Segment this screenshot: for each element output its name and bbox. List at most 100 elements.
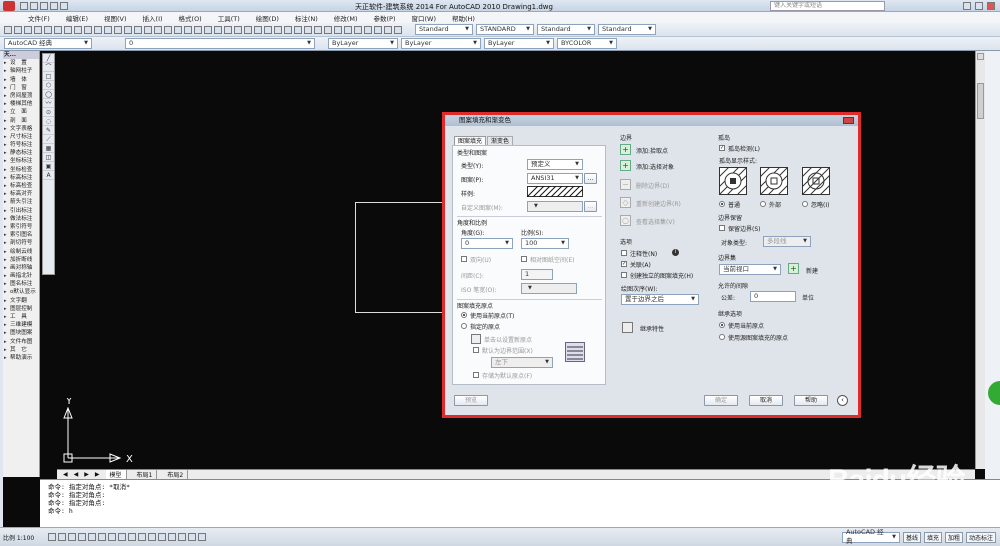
close-icon[interactable]	[987, 2, 995, 10]
draw-tool-icon[interactable]: ◯	[43, 90, 54, 99]
set-origin-icon[interactable]	[471, 334, 481, 344]
spacing-input[interactable]: 1	[521, 269, 553, 280]
tianzheng-item[interactable]: ▸ 立 面	[3, 108, 39, 116]
layer-select[interactable]: 0 ▼	[125, 38, 315, 49]
tool-icon[interactable]	[174, 25, 182, 34]
tool-icon[interactable]	[164, 25, 172, 34]
remove-boundary-icon[interactable]: −	[620, 179, 631, 190]
tab-nav-icon[interactable]: ▶	[95, 471, 100, 478]
scale-select[interactable]: 100 ▼	[521, 238, 569, 249]
draw-tool-icon[interactable]: ╱	[43, 54, 54, 63]
tool-icon[interactable]	[114, 25, 122, 34]
status-toggle-icon[interactable]	[168, 533, 177, 541]
tianzheng-item[interactable]: ▸ 符号标注	[3, 141, 39, 149]
save-icon[interactable]	[40, 2, 48, 10]
menu-item-11[interactable]: 帮助(H)	[452, 13, 475, 23]
scroll-thumb[interactable]	[977, 83, 984, 119]
tool-icon[interactable]	[194, 25, 202, 34]
draw-tool-icon[interactable]: ⌒	[43, 63, 54, 72]
tool-icon[interactable]	[324, 25, 332, 34]
tool-icon[interactable]	[54, 25, 62, 34]
tool-icon[interactable]	[364, 25, 372, 34]
tianzheng-item[interactable]: ▸ 标高对齐	[3, 190, 39, 198]
pattern-select[interactable]: ANSI31 ▼	[527, 173, 583, 184]
use-current-origin-radio[interactable]	[461, 312, 467, 318]
object-type-select[interactable]: 多段线 ▼	[763, 236, 811, 247]
origin-position-select[interactable]: 左下 ▼	[491, 357, 553, 368]
ok-button[interactable]: 确定	[704, 395, 738, 406]
tianzheng-item[interactable]: ▸ 图名标注	[3, 280, 39, 288]
custom-browse-button[interactable]: …	[584, 201, 597, 212]
menu-item-2[interactable]: 视图(V)	[104, 13, 127, 23]
tianzheng-item[interactable]: ▸ 图块图案	[3, 329, 39, 337]
tianzheng-item[interactable]: ▸ 绘制云线	[3, 248, 39, 256]
tool-icon[interactable]	[294, 25, 302, 34]
new-icon[interactable]	[20, 2, 28, 10]
type-select[interactable]: 预定义 ▼	[527, 159, 583, 170]
double-checkbox[interactable]	[461, 256, 467, 262]
draw-order-select[interactable]: 置于边界之后 ▼	[621, 294, 699, 305]
status-toggle-icon[interactable]	[108, 533, 117, 541]
tool-icon[interactable]	[154, 25, 162, 34]
tool-icon[interactable]	[374, 25, 382, 34]
tool-icon[interactable]	[314, 25, 322, 34]
menu-item-0[interactable]: 文件(F)	[28, 13, 50, 23]
view-selection-label[interactable]: 查看选择集(V)	[636, 217, 675, 226]
menu-item-8[interactable]: 修改(M)	[334, 13, 358, 23]
tool-icon[interactable]	[254, 25, 262, 34]
separate-hatch-checkbox[interactable]	[621, 272, 627, 278]
tianzheng-item[interactable]: ▸ 坐标标注	[3, 157, 39, 165]
tool-icon[interactable]	[284, 25, 292, 34]
retain-boundary-checkbox[interactable]	[719, 225, 725, 231]
tool-icon[interactable]	[394, 25, 402, 34]
help-button[interactable]: 帮助	[794, 395, 828, 406]
add-pick-label[interactable]: 添加:拾取点	[636, 146, 668, 155]
tool-icon[interactable]	[244, 25, 252, 34]
tab-nav-icon[interactable]: ◀	[63, 471, 68, 478]
tool-icon[interactable]	[384, 25, 392, 34]
app-logo-icon[interactable]	[3, 1, 15, 11]
floating-widget-icon[interactable]	[988, 381, 1000, 405]
status-toggle-icon[interactable]	[68, 533, 77, 541]
draw-tool-icon[interactable]: A	[43, 171, 54, 180]
island-detect-checkbox[interactable]: ✓	[719, 145, 725, 151]
tianzheng-item[interactable]: ▸ 轴网柱子	[3, 67, 39, 75]
tool-icon[interactable]	[104, 25, 112, 34]
status-toggle-icon[interactable]	[98, 533, 107, 541]
default-boundary-checkbox[interactable]	[473, 347, 479, 353]
inherit-source-origin-radio[interactable]	[719, 334, 725, 340]
status-toggle-icon[interactable]	[88, 533, 97, 541]
layout-tab[interactable]: 模型	[105, 470, 127, 479]
tab-nav-icon[interactable]: ◀	[74, 471, 79, 478]
status-toggle-icon[interactable]	[178, 533, 187, 541]
text-style-select[interactable]: Standard ▼	[415, 24, 473, 35]
angle-select[interactable]: 0 ▼	[461, 238, 513, 249]
inherit-current-origin-radio[interactable]	[719, 322, 725, 328]
mleader-style-select[interactable]: Standard ▼	[598, 24, 656, 35]
tianzheng-item[interactable]: ▸ 画指北针	[3, 272, 39, 280]
status-toggle-icon[interactable]	[58, 533, 67, 541]
tianzheng-item[interactable]: ▸ 工 具	[3, 313, 39, 321]
specified-origin-radio[interactable]	[461, 323, 467, 329]
tool-icon[interactable]	[344, 25, 352, 34]
tianzheng-item[interactable]: ▸ 设 置	[3, 59, 39, 67]
tianzheng-item[interactable]: ▸ 坐标检查	[3, 166, 39, 174]
recreate-boundary-label[interactable]: 重新创建边界(R)	[636, 199, 681, 208]
draw-tool-icon[interactable]: 〰	[43, 99, 54, 108]
linetype-select[interactable]: ByLayer ▼	[401, 38, 481, 49]
close-icon[interactable]	[843, 117, 854, 124]
tianzheng-item[interactable]: ▸ 房间屋顶	[3, 92, 39, 100]
draw-tool-icon[interactable]: ⊙	[43, 108, 54, 117]
color-select[interactable]: ByLayer ▼	[328, 38, 398, 49]
draw-tool-icon[interactable]: ◌	[43, 117, 54, 126]
tool-icon[interactable]	[224, 25, 232, 34]
menu-item-9[interactable]: 参数(P)	[373, 13, 395, 23]
status-toggle-icon[interactable]	[188, 533, 197, 541]
menu-item-4[interactable]: 格式(O)	[179, 13, 202, 23]
tolerance-input[interactable]: 0	[750, 291, 796, 302]
draw-tool-icon[interactable]: ◫	[43, 153, 54, 162]
tianzheng-item[interactable]: ▸ 标高检查	[3, 182, 39, 190]
pattern-swatch[interactable]	[527, 186, 583, 197]
tool-icon[interactable]	[44, 25, 52, 34]
tianzheng-item[interactable]: ▸ 静态标注	[3, 149, 39, 157]
